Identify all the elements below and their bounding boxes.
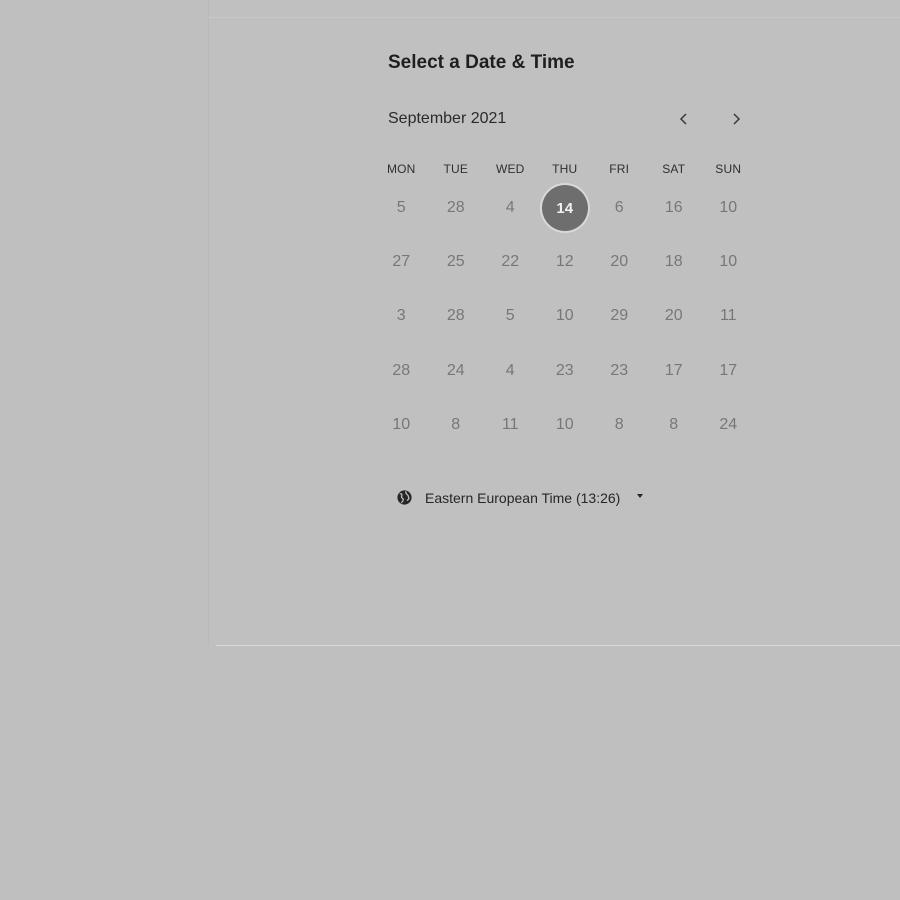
calendar-day-number: 20 xyxy=(610,253,629,271)
calendar-day-number: 8 xyxy=(614,415,624,433)
calendar-day[interactable]: 4 xyxy=(483,344,538,398)
previous-month-button[interactable] xyxy=(669,104,699,134)
calendar-day-number: 20 xyxy=(664,307,683,325)
page-background: Select a Date & Time September 2021 MON T… xyxy=(0,0,900,900)
calendar-day[interactable]: 24 xyxy=(701,398,756,452)
calendar-day-number: 5 xyxy=(396,199,406,217)
chevron-right-icon xyxy=(733,113,741,125)
calendar-day-number: 24 xyxy=(719,415,738,433)
weekday-fri: FRI xyxy=(609,162,630,176)
calendar-day[interactable]: 28 xyxy=(429,181,484,235)
calendar-day[interactable]: 28 xyxy=(429,289,484,343)
calendar-day[interactable]: 11 xyxy=(483,398,538,452)
calendar-day-number: 23 xyxy=(555,361,574,379)
calendar-day[interactable]: 10 xyxy=(374,398,429,452)
calendar-day-number: 10 xyxy=(555,415,574,433)
month-label: September 2021 xyxy=(388,110,507,127)
calendar-day-number: 4 xyxy=(505,199,515,217)
calendar-day[interactable]: 8 xyxy=(647,398,702,452)
calendar-day-number: 3 xyxy=(396,307,406,325)
weekday-mon: MON xyxy=(386,162,416,176)
calendar-day-number: 24 xyxy=(446,361,465,379)
calendar-day[interactable]: 10 xyxy=(538,289,593,343)
calendar-day[interactable]: 3 xyxy=(374,289,429,343)
calendar-day-number: 10 xyxy=(719,253,738,271)
calendar-day-number: 17 xyxy=(719,361,738,379)
calendar-day[interactable]: 18 xyxy=(647,235,702,289)
page-title: Select a Date & Time xyxy=(388,52,575,73)
calendar-day[interactable]: 24 xyxy=(429,344,484,398)
calendar-day-number: 11 xyxy=(719,307,737,325)
calendar-day-number: 10 xyxy=(555,307,574,325)
calendar-day[interactable]: 4 xyxy=(483,181,538,235)
calendar-day[interactable]: 25 xyxy=(429,235,484,289)
weekday-header-row: MON TUE WED THU FRI SAT SUN xyxy=(374,162,756,176)
calendar-day[interactable]: 22 xyxy=(483,235,538,289)
calendar-day-number: 12 xyxy=(555,253,574,271)
calendar-day[interactable]: 10 xyxy=(538,398,593,452)
calendar-day-number: 23 xyxy=(610,361,629,379)
calendar-day-number: 5 xyxy=(505,307,515,325)
calendar-day-number: 28 xyxy=(446,199,465,217)
calendar-day-number: 27 xyxy=(392,253,411,271)
calendar-day-number: 8 xyxy=(451,415,461,433)
weekday-tue: TUE xyxy=(443,162,469,176)
calendar-day[interactable]: 5 xyxy=(483,289,538,343)
calendar-day-number: 18 xyxy=(664,253,683,271)
calendar-day[interactable]: 16 xyxy=(647,181,702,235)
calendar-day-number: 17 xyxy=(664,361,683,379)
calendar-day[interactable]: 23 xyxy=(538,344,593,398)
calendar-day-number: 4 xyxy=(505,361,515,379)
next-month-button[interactable] xyxy=(721,104,751,134)
globe-icon xyxy=(397,490,412,505)
timezone-selector[interactable]: Eastern European Time (13:26) xyxy=(396,489,644,506)
calendar-day-number: 16 xyxy=(664,199,683,217)
weekday-sun: SUN xyxy=(715,162,742,176)
calendar-day-number: 10 xyxy=(719,199,738,217)
calendar-day-number: 25 xyxy=(446,253,465,271)
panel-top-divider xyxy=(208,17,900,18)
calendar-day-number: 28 xyxy=(446,307,465,325)
caret-down-icon xyxy=(637,493,644,498)
calendar-day[interactable]: 17 xyxy=(701,344,756,398)
panel-bottom-divider xyxy=(216,645,900,646)
calendar-day[interactable]: 27 xyxy=(374,235,429,289)
calendar-day-selected[interactable]: 14 xyxy=(538,181,593,235)
calendar-day-number: 8 xyxy=(669,415,679,433)
calendar-day-number: 29 xyxy=(610,307,629,325)
calendar-day[interactable]: 12 xyxy=(538,235,593,289)
calendar-day[interactable]: 5 xyxy=(374,181,429,235)
calendar-day-number: 11 xyxy=(501,415,519,433)
weekday-sat: SAT xyxy=(662,162,686,176)
calendar-day[interactable]: 28 xyxy=(374,344,429,398)
calendar-day[interactable]: 17 xyxy=(647,344,702,398)
chevron-left-icon xyxy=(679,113,687,125)
calendar-day[interactable]: 29 xyxy=(592,289,647,343)
calendar-day[interactable]: 6 xyxy=(592,181,647,235)
calendar-day-number: 10 xyxy=(392,415,411,433)
calendar-day-number: 28 xyxy=(392,361,411,379)
calendar-day-number: 14 xyxy=(541,185,588,232)
weekday-thu: THU xyxy=(552,162,578,176)
calendar-day-number: 22 xyxy=(501,253,520,271)
calendar-day-number: 6 xyxy=(614,199,624,217)
calendar-day-grid: 5 28 4 14 6 16 10 27 25 22 12 20 18 10 3 28 5 10 29 20 11 28 2… xyxy=(374,181,756,452)
calendar-day[interactable]: 8 xyxy=(592,398,647,452)
timezone-label: Eastern European Time (13:26) xyxy=(425,489,621,506)
calendar-day[interactable]: 8 xyxy=(429,398,484,452)
calendar-day[interactable]: 20 xyxy=(647,289,702,343)
calendar-day[interactable]: 23 xyxy=(592,344,647,398)
calendar-day[interactable]: 10 xyxy=(701,181,756,235)
calendar-day[interactable]: 20 xyxy=(592,235,647,289)
calendar-day[interactable]: 10 xyxy=(701,235,756,289)
calendar-day[interactable]: 11 xyxy=(701,289,756,343)
weekday-wed: WED xyxy=(495,162,525,176)
